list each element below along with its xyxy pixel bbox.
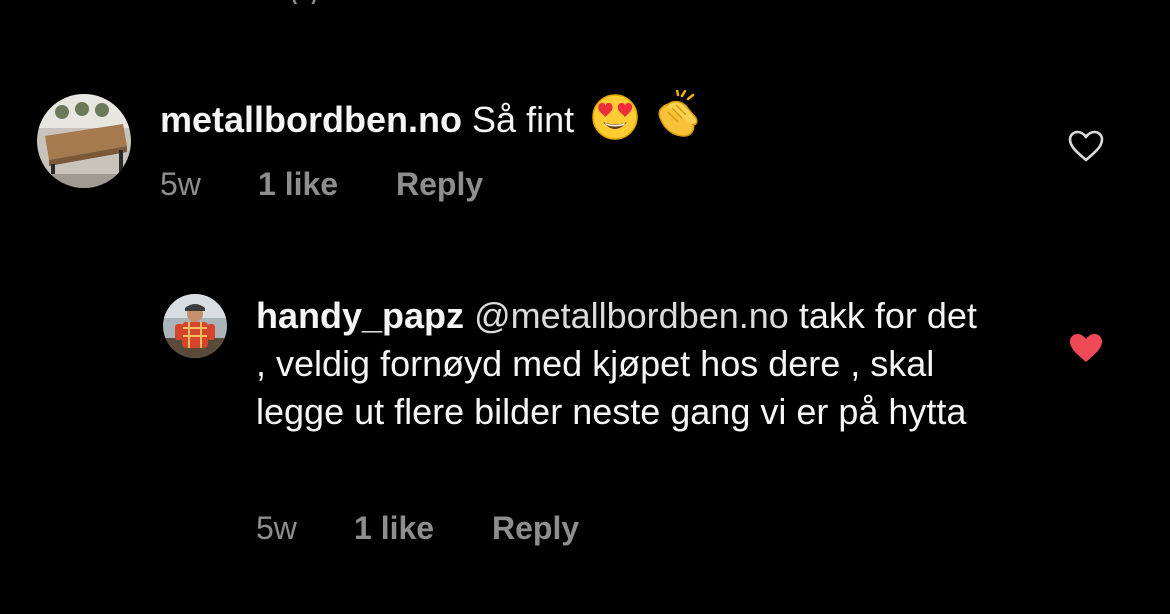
- comment-body: Så fint: [472, 99, 575, 140]
- comment-text: handy_papz @metallbordben.no takk for de…: [256, 292, 996, 436]
- comment-meta: 5w 1 like Reply: [160, 164, 483, 204]
- likes-count[interactable]: 1 like: [258, 164, 396, 204]
- comment: metallbordben.no Så fint 5w 1 like Reply: [0, 0, 1170, 220]
- avatar-image: [163, 294, 227, 358]
- avatar[interactable]: [163, 294, 227, 358]
- heart-eyes-emoji: [592, 94, 638, 152]
- mention-link[interactable]: @metallbordben.no: [474, 295, 789, 336]
- clapping-hands-emoji: [652, 88, 702, 152]
- comment-meta: 5w 1 like Reply: [256, 508, 579, 548]
- reply-button[interactable]: Reply: [492, 508, 579, 548]
- timestamp: 5w: [160, 166, 201, 202]
- timestamp: 5w: [256, 510, 297, 546]
- avatar[interactable]: [37, 94, 131, 188]
- username[interactable]: metallbordben.no: [160, 99, 462, 140]
- avatar-image: [37, 94, 131, 188]
- reply-comment: handy_papz @metallbordben.no takk for de…: [0, 260, 1170, 590]
- comment-text: metallbordben.no Så fint: [160, 88, 960, 152]
- like-heart-outline-icon[interactable]: [1068, 130, 1104, 167]
- username[interactable]: handy_papz: [256, 295, 464, 336]
- like-heart-filled-icon[interactable]: [1068, 332, 1104, 369]
- likes-count[interactable]: 1 like: [354, 508, 492, 548]
- reply-button[interactable]: Reply: [396, 164, 483, 204]
